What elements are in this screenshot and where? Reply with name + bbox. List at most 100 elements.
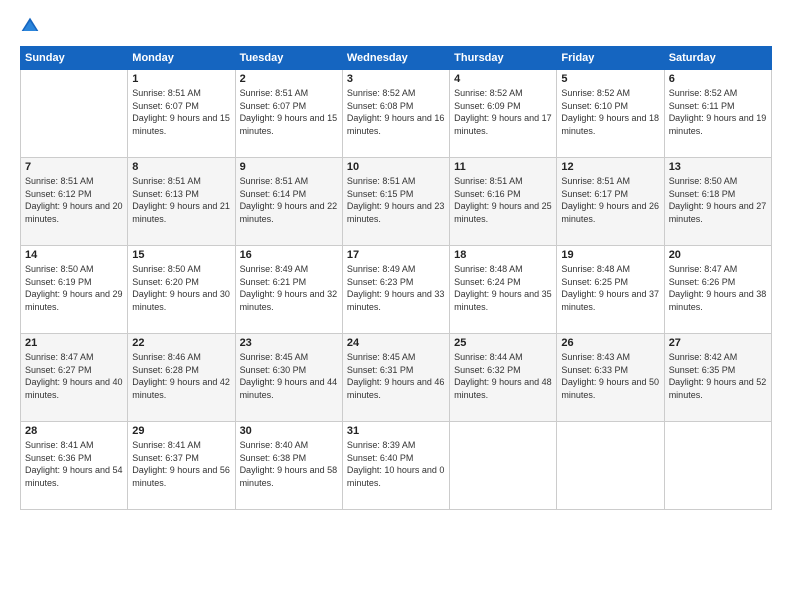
calendar-cell: 4 Sunrise: 8:52 AMSunset: 6:09 PMDaylight… (450, 70, 557, 158)
day-info: Sunrise: 8:52 AMSunset: 6:09 PMDaylight:… (454, 87, 552, 137)
day-number: 2 (240, 73, 338, 85)
day-number: 5 (561, 73, 659, 85)
calendar-cell: 15 Sunrise: 8:50 AMSunset: 6:20 PMDayligh… (128, 246, 235, 334)
calendar-cell: 27Sunrise: 8:42 AMSunset: 6:35 PMDayligh… (664, 334, 771, 422)
day-info: Sunrise: 8:50 AMSunset: 6:20 PMDaylight:… (132, 263, 230, 313)
calendar-cell: 24Sunrise: 8:45 AMSunset: 6:31 PMDayligh… (342, 334, 449, 422)
calendar-cell: 18 Sunrise: 8:48 AMSunset: 6:24 PMDayligh… (450, 246, 557, 334)
day-number: 30 (240, 425, 338, 437)
calendar-cell: 10Sunrise: 8:51 AMSunset: 6:15 PMDayligh… (342, 158, 449, 246)
day-info: Sunrise: 8:49 AMSunset: 6:21 PMDaylight:… (240, 263, 338, 313)
day-info: Sunrise: 8:46 AMSunset: 6:28 PMDaylight:… (132, 351, 230, 401)
calendar-week-1: 1Sunrise: 8:51 AMSunset: 6:07 PMDaylight… (21, 70, 772, 158)
calendar-cell: 30 Sunrise: 8:40 AMSunset: 6:38 PMDayligh… (235, 422, 342, 510)
day-number: 14 (25, 249, 123, 261)
weekday-header-friday: Friday (557, 47, 664, 70)
day-number: 16 (240, 249, 338, 261)
calendar-cell: 22Sunrise: 8:46 AMSunset: 6:28 PMDayligh… (128, 334, 235, 422)
day-number: 17 (347, 249, 445, 261)
day-number: 15 (132, 249, 230, 261)
day-info: Sunrise: 8:52 AMSunset: 6:10 PMDaylight:… (561, 87, 659, 137)
day-info: Sunrise: 8:49 AMSunset: 6:23 PMDaylight:… (347, 263, 445, 313)
day-info: Sunrise: 8:43 AMSunset: 6:33 PMDaylight:… (561, 351, 659, 401)
weekday-header-thursday: Thursday (450, 47, 557, 70)
calendar-cell: 20Sunrise: 8:47 AMSunset: 6:26 PMDayligh… (664, 246, 771, 334)
day-info: Sunrise: 8:51 AMSunset: 6:15 PMDaylight:… (347, 175, 445, 225)
page: SundayMondayTuesdayWednesdayThursdayFrid… (0, 0, 792, 612)
day-info: Sunrise: 8:51 AMSunset: 6:16 PMDaylight:… (454, 175, 552, 225)
calendar-cell: 8Sunrise: 8:51 AMSunset: 6:13 PMDaylight… (128, 158, 235, 246)
logo-icon (20, 16, 40, 36)
calendar-cell: 21 Sunrise: 8:47 AMSunset: 6:27 PMDayligh… (21, 334, 128, 422)
day-info: Sunrise: 8:50 AMSunset: 6:18 PMDaylight:… (669, 175, 767, 225)
calendar-cell: 25Sunrise: 8:44 AMSunset: 6:32 PMDayligh… (450, 334, 557, 422)
day-info: Sunrise: 8:40 AMSunset: 6:38 PMDaylight:… (240, 439, 338, 489)
day-info: Sunrise: 8:41 AMSunset: 6:37 PMDaylight:… (132, 439, 230, 489)
calendar-week-2: 7 Sunrise: 8:51 AMSunset: 6:12 PMDaylight… (21, 158, 772, 246)
day-info: Sunrise: 8:51 AMSunset: 6:17 PMDaylight:… (561, 175, 659, 225)
day-number: 31 (347, 425, 445, 437)
weekday-header-monday: Monday (128, 47, 235, 70)
calendar-cell: 5 Sunrise: 8:52 AMSunset: 6:10 PMDaylight… (557, 70, 664, 158)
day-info: Sunrise: 8:41 AMSunset: 6:36 PMDaylight:… (25, 439, 123, 489)
day-number: 28 (25, 425, 123, 437)
day-number: 8 (132, 161, 230, 173)
logo (20, 16, 44, 36)
day-number: 18 (454, 249, 552, 261)
calendar-cell: 11Sunrise: 8:51 AMSunset: 6:16 PMDayligh… (450, 158, 557, 246)
day-number: 24 (347, 337, 445, 349)
calendar-week-4: 21 Sunrise: 8:47 AMSunset: 6:27 PMDayligh… (21, 334, 772, 422)
calendar-cell: 2 Sunrise: 8:51 AMSunset: 6:07 PMDaylight… (235, 70, 342, 158)
calendar-body: 1Sunrise: 8:51 AMSunset: 6:07 PMDaylight… (21, 70, 772, 510)
calendar-cell: 12Sunrise: 8:51 AMSunset: 6:17 PMDayligh… (557, 158, 664, 246)
day-info: Sunrise: 8:44 AMSunset: 6:32 PMDaylight:… (454, 351, 552, 401)
calendar-cell (664, 422, 771, 510)
day-number: 20 (669, 249, 767, 261)
day-info: Sunrise: 8:51 AMSunset: 6:07 PMDaylight:… (240, 87, 338, 137)
weekday-header-saturday: Saturday (664, 47, 771, 70)
day-info: Sunrise: 8:48 AMSunset: 6:25 PMDaylight:… (561, 263, 659, 313)
day-number: 29 (132, 425, 230, 437)
calendar-cell: 28 Sunrise: 8:41 AMSunset: 6:36 PMDayligh… (21, 422, 128, 510)
day-number: 19 (561, 249, 659, 261)
day-number: 13 (669, 161, 767, 173)
calendar-cell: 9 Sunrise: 8:51 AMSunset: 6:14 PMDaylight… (235, 158, 342, 246)
calendar-cell: 31Sunrise: 8:39 AMSunset: 6:40 PMDayligh… (342, 422, 449, 510)
calendar-header: SundayMondayTuesdayWednesdayThursdayFrid… (21, 47, 772, 70)
day-number: 9 (240, 161, 338, 173)
calendar-cell: 17 Sunrise: 8:49 AMSunset: 6:23 PMDayligh… (342, 246, 449, 334)
day-info: Sunrise: 8:42 AMSunset: 6:35 PMDaylight:… (669, 351, 767, 401)
calendar-cell: 16 Sunrise: 8:49 AMSunset: 6:21 PMDayligh… (235, 246, 342, 334)
day-info: Sunrise: 8:52 AMSunset: 6:11 PMDaylight:… (669, 87, 767, 137)
calendar-cell (450, 422, 557, 510)
day-number: 6 (669, 73, 767, 85)
calendar-cell: 14 Sunrise: 8:50 AMSunset: 6:19 PMDayligh… (21, 246, 128, 334)
day-number: 23 (240, 337, 338, 349)
weekday-header-row: SundayMondayTuesdayWednesdayThursdayFrid… (21, 47, 772, 70)
calendar-cell (557, 422, 664, 510)
day-number: 3 (347, 73, 445, 85)
calendar-cell: 23 Sunrise: 8:45 AMSunset: 6:30 PMDayligh… (235, 334, 342, 422)
calendar-cell: 6 Sunrise: 8:52 AMSunset: 6:11 PMDaylight… (664, 70, 771, 158)
day-info: Sunrise: 8:45 AMSunset: 6:30 PMDaylight:… (240, 351, 338, 401)
calendar-cell: 26 Sunrise: 8:43 AMSunset: 6:33 PMDayligh… (557, 334, 664, 422)
calendar-table: SundayMondayTuesdayWednesdayThursdayFrid… (20, 46, 772, 510)
weekday-header-sunday: Sunday (21, 47, 128, 70)
day-info: Sunrise: 8:51 AMSunset: 6:12 PMDaylight:… (25, 175, 123, 225)
calendar-cell: 13 Sunrise: 8:50 AMSunset: 6:18 PMDayligh… (664, 158, 771, 246)
day-number: 26 (561, 337, 659, 349)
day-info: Sunrise: 8:50 AMSunset: 6:19 PMDaylight:… (25, 263, 123, 313)
day-number: 7 (25, 161, 123, 173)
day-info: Sunrise: 8:51 AMSunset: 6:07 PMDaylight:… (132, 87, 230, 137)
day-info: Sunrise: 8:47 AMSunset: 6:27 PMDaylight:… (25, 351, 123, 401)
calendar-cell: 1Sunrise: 8:51 AMSunset: 6:07 PMDaylight… (128, 70, 235, 158)
day-info: Sunrise: 8:51 AMSunset: 6:14 PMDaylight:… (240, 175, 338, 225)
calendar-cell: 29 Sunrise: 8:41 AMSunset: 6:37 PMDayligh… (128, 422, 235, 510)
header (20, 16, 772, 36)
day-number: 4 (454, 73, 552, 85)
calendar-cell (21, 70, 128, 158)
calendar-cell: 7 Sunrise: 8:51 AMSunset: 6:12 PMDaylight… (21, 158, 128, 246)
day-info: Sunrise: 8:48 AMSunset: 6:24 PMDaylight:… (454, 263, 552, 313)
weekday-header-wednesday: Wednesday (342, 47, 449, 70)
day-number: 21 (25, 337, 123, 349)
